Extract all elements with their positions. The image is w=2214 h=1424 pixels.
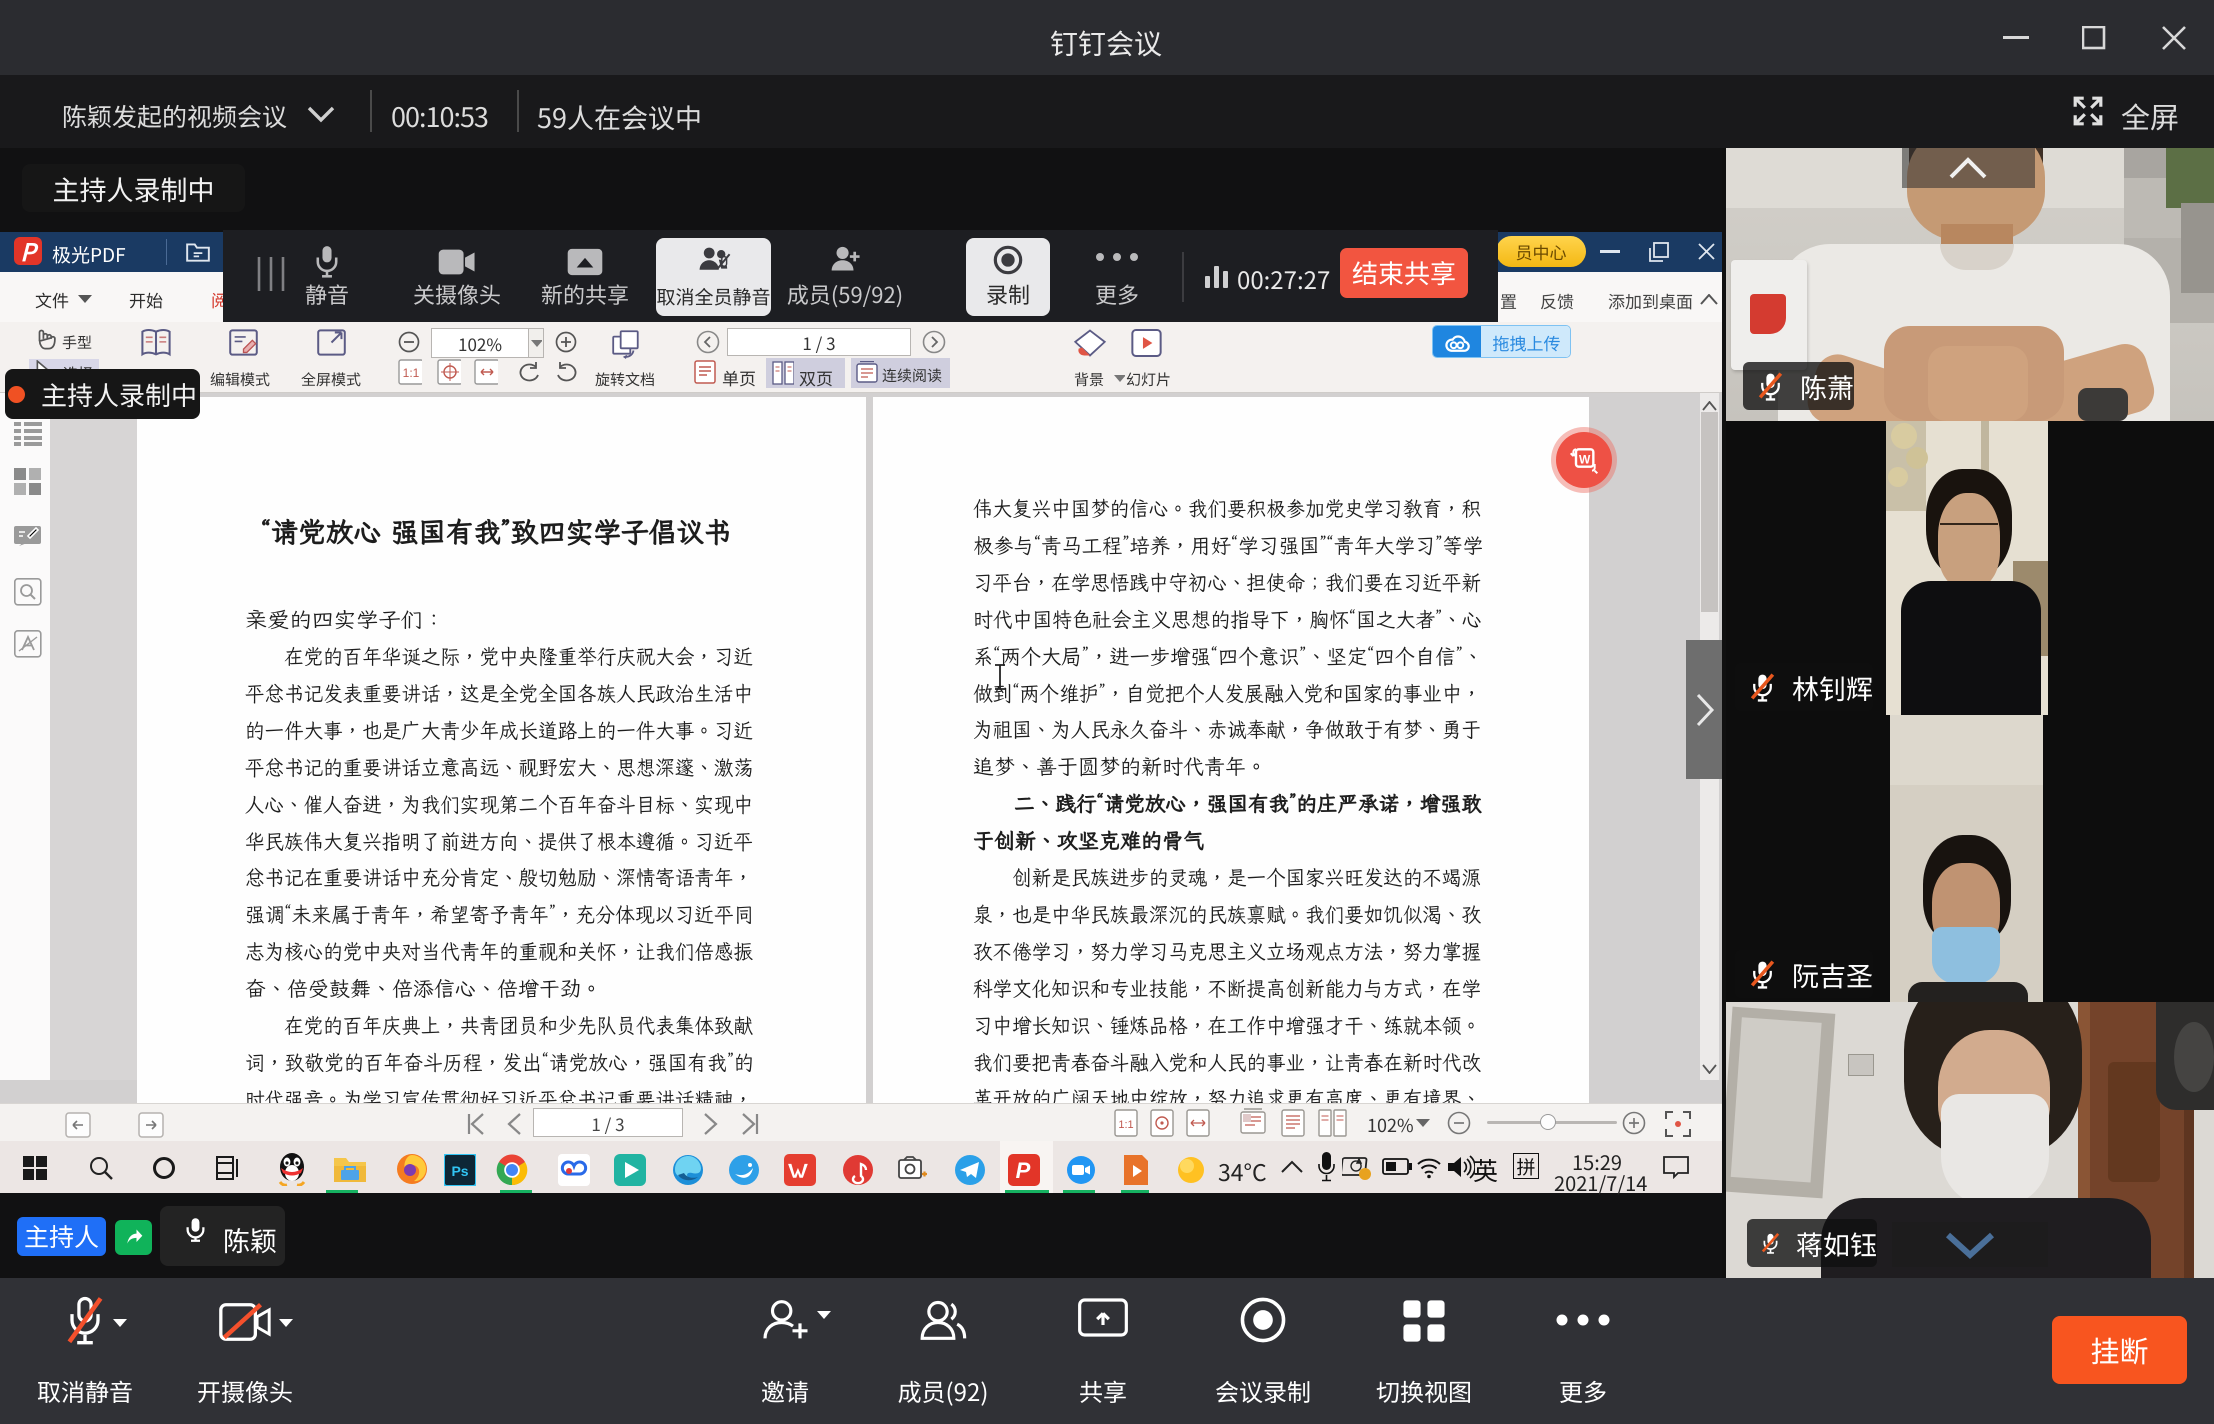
svg-text:1:1: 1:1 (1118, 1119, 1133, 1131)
svg-text:W: W (1579, 452, 1591, 466)
svg-text:P: P (1016, 1158, 1031, 1183)
svg-text:1:1: 1:1 (403, 366, 420, 380)
svg-text:Ps: Ps (451, 1163, 468, 1179)
